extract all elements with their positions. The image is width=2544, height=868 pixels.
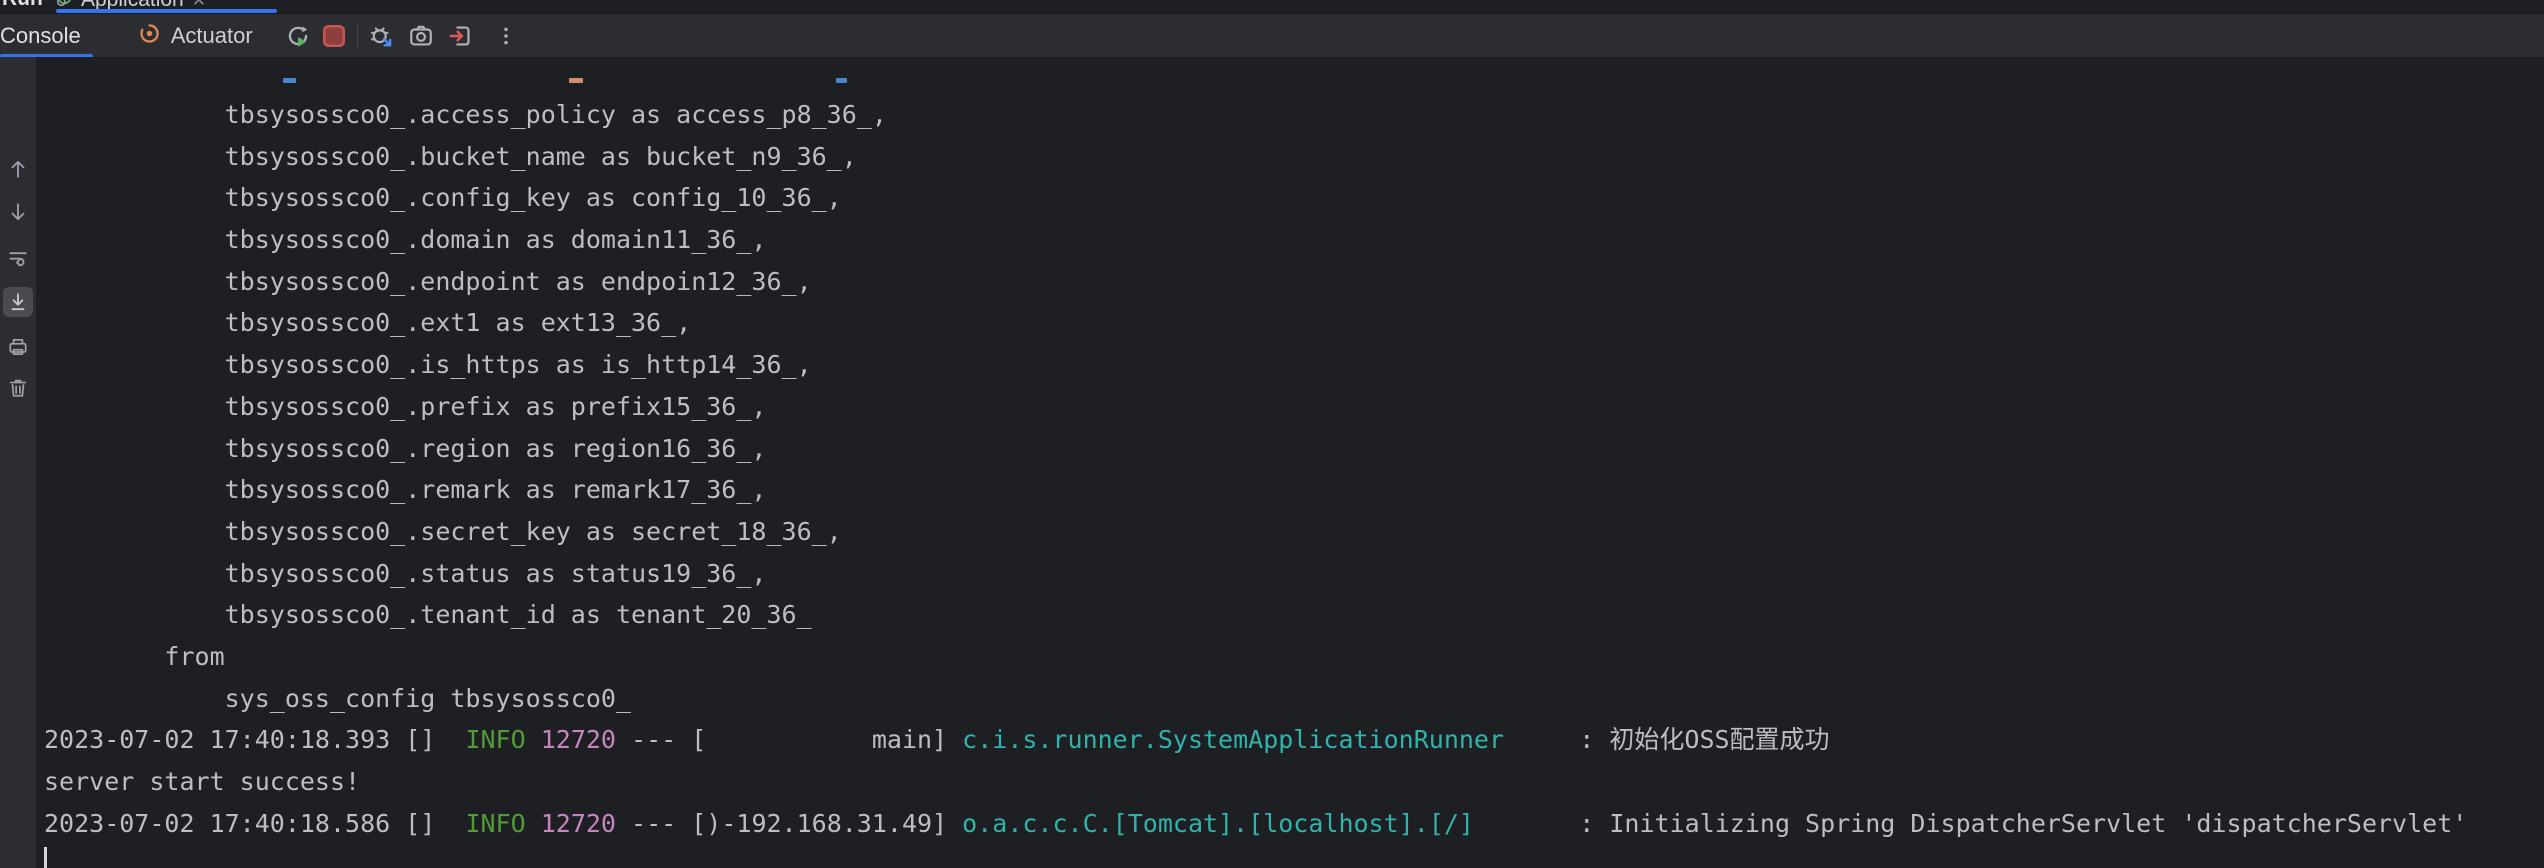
- run-config-tab-application[interactable]: Application ✕: [56, 0, 277, 13]
- close-icon[interactable]: ✕: [192, 0, 206, 7]
- arrow-up-icon[interactable]: [3, 154, 33, 184]
- clear-all-icon[interactable]: [3, 373, 33, 403]
- more-options-icon[interactable]: [493, 23, 519, 49]
- run-toolbar: Console Actuator: [0, 13, 2544, 57]
- toolwindow-title: Run: [2, 0, 43, 11]
- text-caret: [44, 847, 47, 868]
- screenshot-icon[interactable]: [408, 23, 434, 49]
- console-output[interactable]: tbsysossco0_.access_policy as access_p8_…: [36, 57, 2544, 868]
- stop-button[interactable]: [321, 23, 347, 49]
- clipped-line-fragment: [836, 78, 847, 83]
- print-icon[interactable]: [3, 332, 33, 362]
- console-line: tbsysossco0_.secret_key as secret_18_36_…: [44, 511, 2544, 553]
- exit-icon[interactable]: [447, 23, 473, 49]
- console-line: tbsysossco0_.tenant_id as tenant_20_36_: [44, 594, 2544, 636]
- console-line: server start success!: [44, 761, 2544, 803]
- tab-console[interactable]: Console: [0, 14, 104, 57]
- arrow-down-icon[interactable]: [3, 197, 33, 227]
- attach-debugger-icon[interactable]: [368, 23, 394, 49]
- console-line: tbsysossco0_.endpoint as endpoin12_36_,: [44, 261, 2544, 303]
- clipped-line-fragment: [569, 78, 583, 83]
- console-line: tbsysossco0_.status as status19_36_,: [44, 553, 2544, 595]
- console-line: tbsysossco0_.prefix as prefix15_36_,: [44, 386, 2544, 428]
- tab-actuator[interactable]: Actuator: [138, 14, 253, 57]
- console-line: tbsysossco0_.access_policy as access_p8_…: [44, 94, 2544, 136]
- console-line: tbsysossco0_.ext1 as ext13_36_,: [44, 302, 2544, 344]
- toolbar-separator: [357, 23, 358, 49]
- console-line: tbsysossco0_.bucket_name as bucket_n9_36…: [44, 136, 2544, 178]
- console-gutter: [0, 57, 36, 868]
- console-line: tbsysossco0_.remark as remark17_36_,: [44, 469, 2544, 511]
- soft-wrap-icon[interactable]: [3, 242, 33, 272]
- console-line: tbsysossco0_.is_https as is_http14_36_,: [44, 344, 2544, 386]
- run-toolwindow-header: Run Application ✕: [0, 0, 2544, 13]
- scroll-to-end-icon[interactable]: [3, 287, 33, 317]
- rerun-button[interactable]: [285, 23, 311, 49]
- tab-console-label: Console: [0, 23, 81, 49]
- console-lines: tbsysossco0_.access_policy as access_p8_…: [44, 94, 2544, 844]
- console-line: tbsysossco0_.config_key as config_10_36_…: [44, 177, 2544, 219]
- clipped-line-fragment: [283, 78, 296, 83]
- console-line: tbsysossco0_.domain as domain11_36_,: [44, 219, 2544, 261]
- console-line: tbsysossco0_.region as region16_36_,: [44, 428, 2544, 470]
- console-line: sys_oss_config tbsysossco0_: [44, 678, 2544, 720]
- tab-actuator-label: Actuator: [171, 23, 253, 49]
- actuator-icon: [138, 22, 161, 50]
- console-line: 2023-07-02 17:40:18.393 [] INFO 12720 --…: [44, 719, 2544, 761]
- console-line: from: [44, 636, 2544, 678]
- console-line: 2023-07-02 17:40:18.586 [] INFO 12720 --…: [44, 803, 2544, 845]
